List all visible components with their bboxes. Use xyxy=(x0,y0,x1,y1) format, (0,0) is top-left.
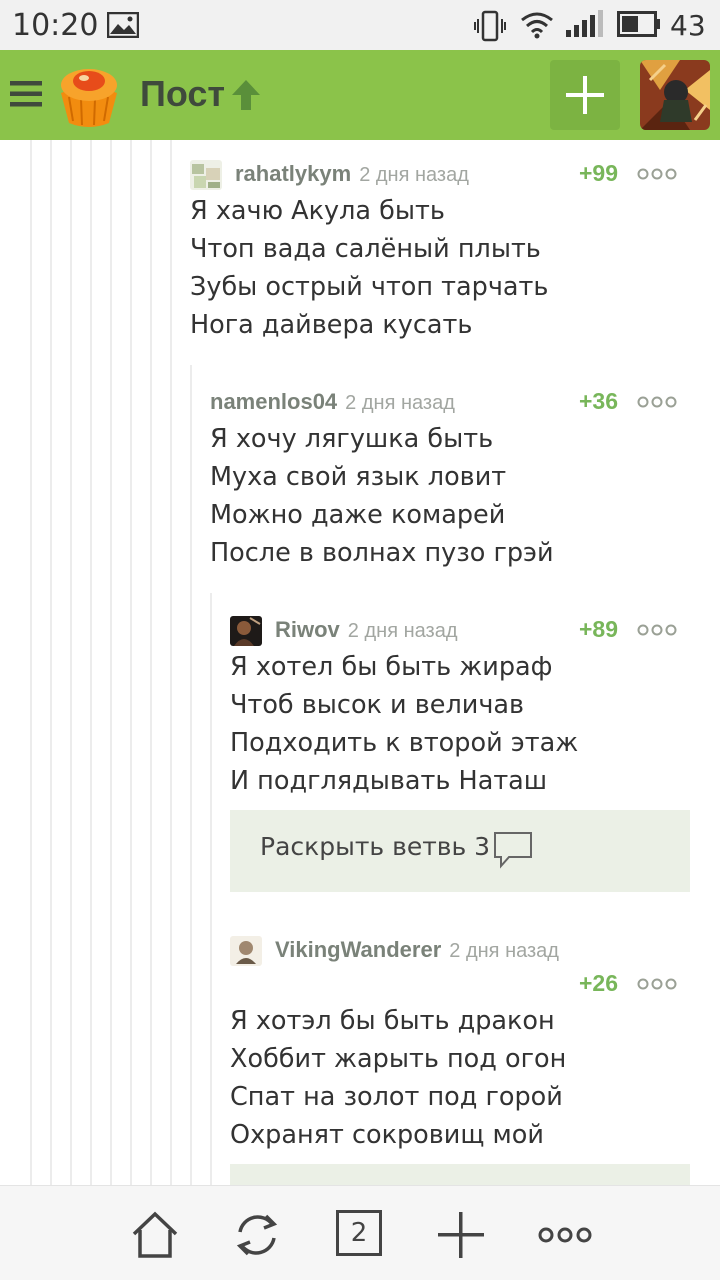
comment-username[interactable]: VikingWanderer 2 дня назад xyxy=(275,937,559,963)
more-options-icon[interactable] xyxy=(637,168,677,180)
comment-line: Я хочу лягушка быть xyxy=(210,424,494,454)
more-options-icon[interactable] xyxy=(637,396,677,408)
comment-body: Я хотэл бы быть дракон Хоббит жарыть под… xyxy=(230,1002,690,1154)
tabs-count: 2 xyxy=(336,1210,382,1256)
status-time: 10:20 xyxy=(12,8,99,43)
bottom-nav: 2 xyxy=(0,1185,720,1280)
user-avatar-image xyxy=(230,936,262,966)
comment-score: +36 xyxy=(579,388,619,414)
username-text[interactable]: Riwov xyxy=(275,617,340,642)
thread-line xyxy=(190,365,192,1185)
comment-username[interactable]: Riwov 2 дня назад xyxy=(275,617,457,643)
profile-avatar[interactable] xyxy=(640,60,710,130)
profile-avatar-image xyxy=(640,60,710,130)
comment: rahatlykym 2 дня назад +99 Я хачю Акула б… xyxy=(190,158,690,348)
comment-body: Я хачю Акула быть Чтоп вада салёный плыт… xyxy=(190,192,690,344)
comment-score: +99 xyxy=(579,160,619,186)
add-post-button[interactable] xyxy=(550,60,620,130)
vibrate-icon xyxy=(474,10,506,42)
comment-time: 2 дня назад xyxy=(347,620,458,642)
more-options-icon[interactable] xyxy=(637,624,677,636)
comment-line: Нога дайвера кусать xyxy=(190,310,473,340)
user-avatar[interactable] xyxy=(230,936,262,966)
comment-line: После в волнах пузо грэй xyxy=(210,538,554,568)
comment-line: Чтоп вада салёный плыть xyxy=(190,234,541,264)
comment-time: 2 дня назад xyxy=(449,940,559,962)
comment-body: Я хочу лягушка быть Муха свой язык ловит… xyxy=(210,420,690,572)
comment-line: Спат на золот под горой xyxy=(230,1082,563,1112)
comment-time: 2 дня назад xyxy=(345,392,455,414)
user-avatar-image xyxy=(190,160,222,190)
username-text[interactable]: rahatlykym xyxy=(235,161,351,186)
user-avatar[interactable] xyxy=(190,160,222,190)
refresh-icon[interactable] xyxy=(232,1210,282,1260)
plus-icon xyxy=(566,76,604,114)
comment-line: Хоббит жарыть под огон xyxy=(230,1044,567,1074)
comment-line: Чтоб высок и величав xyxy=(230,690,525,720)
thread-line xyxy=(110,140,112,1185)
username-text[interactable]: VikingWanderer xyxy=(275,937,441,962)
tabs-button[interactable]: 2 xyxy=(336,1210,386,1260)
wifi-icon xyxy=(521,12,553,39)
plus-icon[interactable] xyxy=(436,1210,486,1260)
comment-time: 2 дня назад xyxy=(359,164,469,186)
user-avatar-image xyxy=(230,616,262,646)
thread-line xyxy=(30,140,32,1185)
comment-line: Зубы острый чтоп тарчать xyxy=(190,272,549,302)
thread-line xyxy=(170,140,172,1185)
expand-branch-button-partial[interactable] xyxy=(230,1164,690,1185)
comment-line: Я хотел бы быть жираф xyxy=(230,652,553,682)
thread-line xyxy=(50,140,52,1185)
thread-line xyxy=(90,140,92,1185)
username-text[interactable]: namenlos04 xyxy=(210,389,337,414)
comment-username[interactable]: rahatlykym 2 дня назад xyxy=(235,161,469,187)
expand-branch-label: Раскрыть ветвь 3 xyxy=(260,832,491,861)
comment: Riwov 2 дня назад +89 Я хотел бы быть жир… xyxy=(230,614,690,804)
more-options-icon[interactable] xyxy=(637,978,677,990)
app-logo[interactable] xyxy=(55,63,123,129)
comment-score: +26 xyxy=(579,970,619,996)
comment-line: Я хотэл бы быть дракон xyxy=(230,1006,555,1036)
comment-line: Муха свой язык ловит xyxy=(210,462,507,492)
status-bar: 10:20 43 xyxy=(0,0,720,50)
app-header: Пост xyxy=(0,50,720,140)
battery-level: 43 xyxy=(670,9,706,42)
signal-icon xyxy=(566,10,603,37)
page-title: Пост xyxy=(140,73,226,114)
comment-line: И подглядывать Наташ xyxy=(230,766,548,796)
arrow-up-icon[interactable] xyxy=(230,78,262,112)
expand-branch-button[interactable]: Раскрыть ветвь 3 xyxy=(230,810,690,892)
comment: VikingWanderer 2 дня назад +26 Я хотэл бы… xyxy=(230,934,690,1154)
comments-thread[interactable]: rahatlykym 2 дня назад +99 Я хачю Акула б… xyxy=(0,140,720,1185)
menu-icon[interactable] xyxy=(10,80,42,108)
thread-line xyxy=(70,140,72,1185)
comment-line: Подходить к второй этаж xyxy=(230,728,579,758)
comment-body: Я хотел бы быть жираф Чтоб высок и велич… xyxy=(230,648,690,800)
more-icon[interactable] xyxy=(538,1210,592,1260)
thread-line xyxy=(150,140,152,1185)
comment-bubble-icon xyxy=(494,832,532,869)
image-icon xyxy=(107,12,139,38)
user-avatar[interactable] xyxy=(230,616,262,646)
thread-line xyxy=(130,140,132,1185)
comment-line: Можно даже комарей xyxy=(210,500,506,530)
thread-line xyxy=(210,593,212,1185)
comment-line: Я хачю Акула быть xyxy=(190,196,445,226)
home-icon[interactable] xyxy=(130,1210,180,1260)
comment-line: Охранят сокровищ мой xyxy=(230,1120,544,1150)
battery-icon xyxy=(617,11,660,37)
comment-username[interactable]: namenlos04 2 дня назад xyxy=(210,389,455,415)
comment: namenlos04 2 дня назад +36 Я хочу лягушка… xyxy=(210,386,690,576)
comment-score: +89 xyxy=(579,616,619,642)
